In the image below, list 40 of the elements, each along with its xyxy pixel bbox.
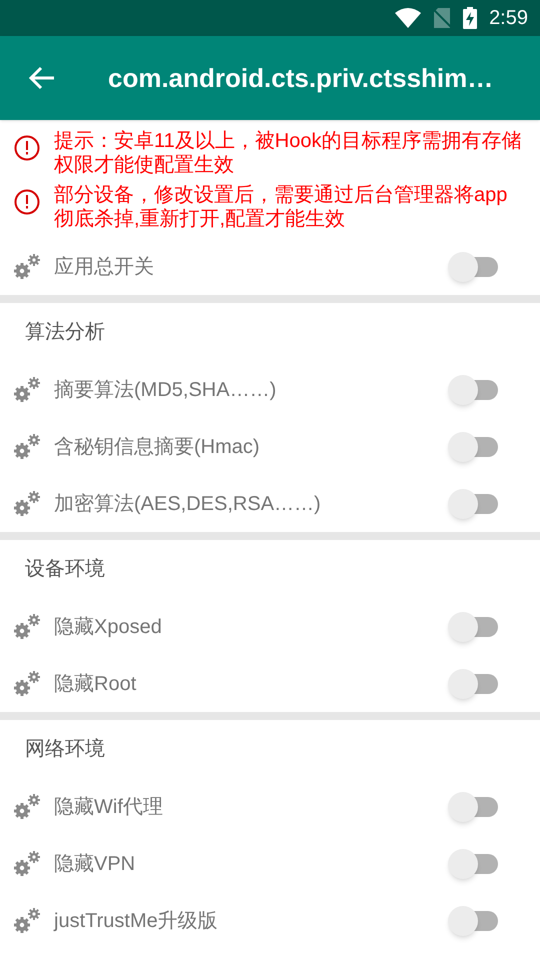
toolbar-title: com.android.cts.priv.ctsshim… <box>108 62 494 94</box>
section-header: 网络环境 <box>24 737 106 762</box>
warning-text: 提示：安卓11及以上，被Hook的目标程序需拥有存储权限才能使配置生效 <box>54 129 522 177</box>
battery-charging-icon <box>463 7 478 29</box>
toggle-switch[interactable] <box>448 374 500 404</box>
gears-icon <box>14 434 40 460</box>
warning-icon <box>14 135 40 161</box>
setting-label: 隐藏Xposed <box>54 614 163 640</box>
no-sim-icon <box>433 8 452 28</box>
setting-label: 应用总开关 <box>54 254 155 280</box>
toggle-switch[interactable] <box>448 488 500 518</box>
toggle-switch[interactable] <box>448 612 500 642</box>
setting-label: 含秘钥信息摘要(Hmac) <box>54 434 261 460</box>
setting-label: justTrustMe升级版 <box>54 908 219 934</box>
toggle-switch[interactable] <box>448 668 500 698</box>
setting-label: 摘要算法(MD5,SHA……) <box>54 378 278 402</box>
gears-icon <box>14 670 40 696</box>
toggle-switch[interactable] <box>448 906 500 936</box>
setting-label: 隐藏Root <box>54 672 138 696</box>
gears-icon <box>14 794 40 820</box>
gears-icon <box>14 490 40 516</box>
setting-label: 隐藏VPN <box>54 852 136 876</box>
setting-label: 隐藏Wif代理 <box>54 794 164 820</box>
wifi-icon <box>395 8 422 28</box>
section-header: 设备环境 <box>24 557 106 582</box>
gears-icon <box>14 614 40 640</box>
toggle-switch[interactable] <box>448 252 500 282</box>
setting-label: 加密算法(AES,DES,RSA……) <box>54 492 322 516</box>
toggle-switch[interactable] <box>448 792 500 822</box>
gears-icon <box>14 850 40 876</box>
toggle-switch[interactable] <box>448 432 500 462</box>
gears-icon <box>14 908 40 934</box>
clock-time: 2:59 <box>489 6 528 31</box>
toggle-switch[interactable] <box>448 848 500 878</box>
warning-icon <box>14 189 40 215</box>
section-header: 算法分析 <box>24 320 106 345</box>
gears-icon <box>14 254 40 280</box>
warning-text: 部分设备，修改设置后，需要通过后台管理器将app彻底杀掉,重新打开,配置才能生效 <box>54 183 508 231</box>
gears-icon <box>14 376 40 402</box>
back-arrow-icon <box>28 66 56 90</box>
